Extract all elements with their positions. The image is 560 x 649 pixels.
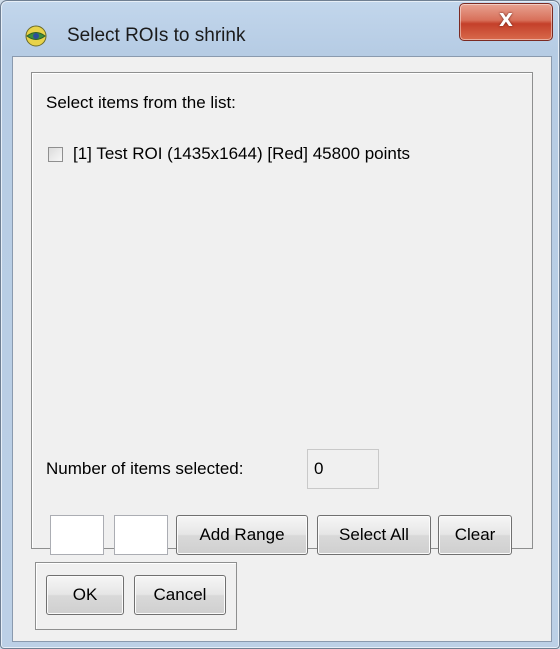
selection-panel: Select items from the list: [1] Test ROI… [31, 72, 533, 555]
list-prompt: Select items from the list: [46, 93, 236, 112]
range-to-input[interactable] [114, 515, 168, 555]
selected-count-field: 0 [307, 449, 379, 489]
ok-button[interactable]: OK [46, 575, 124, 615]
close-button[interactable]: X [459, 3, 553, 41]
app-globe-icon [25, 25, 47, 47]
dialog-client-area: Select items from the list: [1] Test ROI… [12, 56, 552, 642]
close-icon: X [499, 10, 513, 31]
clear-button[interactable]: Clear [438, 515, 512, 555]
dialog-window: Select ROIs to shrink X Select items fro… [0, 0, 560, 649]
title-bar[interactable]: Select ROIs to shrink X [1, 1, 559, 47]
list-item-label: [1] Test ROI (1435x1644) [Red] 45800 poi… [73, 144, 411, 163]
range-from-input[interactable] [50, 515, 104, 555]
add-range-button[interactable]: Add Range [176, 515, 308, 555]
window-title: Select ROIs to shrink [67, 25, 246, 46]
cancel-button[interactable]: Cancel [134, 575, 226, 615]
selected-count-label: Number of items selected: [46, 459, 244, 478]
select-all-button[interactable]: Select All [317, 515, 431, 555]
list-item[interactable]: [1] Test ROI (1435x1644) [Red] 45800 poi… [48, 143, 410, 165]
button-panel: OK Cancel [35, 562, 237, 630]
item-checkbox[interactable] [48, 146, 63, 162]
